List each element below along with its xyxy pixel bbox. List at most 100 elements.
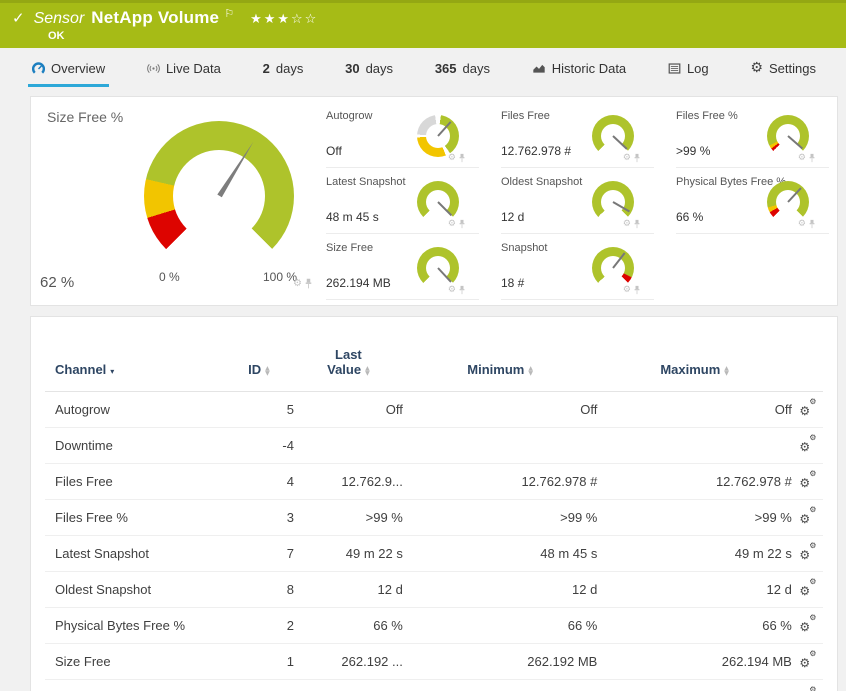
main-gauge-scale-max: 100 %	[263, 270, 298, 284]
cell-channel[interactable]: Size Free %	[45, 679, 224, 691]
table-row: Latest Snapshot 7 49 m 22 s 48 m 45 s 49…	[45, 535, 823, 572]
cell-channel[interactable]: Size Free	[45, 643, 224, 680]
gauges-panel: Size Free % 0 % 100 % 62 % ⚙ Autogrow ⚙ …	[30, 96, 838, 306]
gauge-settings-gear-icon[interactable]: ⚙	[448, 153, 456, 163]
status-check-icon: ✓	[12, 9, 25, 27]
gauge-pin-icon[interactable]	[634, 285, 640, 295]
gauge-settings-gear-icon[interactable]: ⚙	[448, 285, 456, 295]
cell-channel[interactable]: Files Free %	[45, 499, 224, 536]
cell-id: 8	[223, 571, 294, 608]
cell-channel[interactable]: Autogrow	[45, 391, 224, 428]
gauge-settings-gear-icon[interactable]: ⚙	[623, 153, 631, 163]
cell-channel[interactable]: Oldest Snapshot	[45, 571, 224, 608]
cell-id: 5	[223, 391, 294, 428]
gauge-physical-bytes-free-: Physical Bytes Free % ⚙ 66 %	[676, 168, 829, 234]
gauge-pin-icon[interactable]	[459, 219, 465, 229]
channel-table: Channel ▾ ID ▲ ▼ Last Value ▲ ▼ Minimum ▲ ▼ Max…	[45, 317, 823, 691]
tab-number: 2	[262, 60, 270, 76]
small-gauge-needle	[787, 135, 803, 150]
cell-channel[interactable]: Physical Bytes Free %	[45, 607, 224, 644]
cell-last-value: 62 %	[293, 679, 403, 691]
channel-settings-icon[interactable]: ⚙⚙	[799, 650, 816, 670]
small-gauge-needle	[612, 135, 628, 150]
flag-icon[interactable]: ⚐	[224, 7, 234, 20]
small-gauge-label: Files Free %	[676, 110, 738, 122]
priority-stars[interactable]: ★★★☆☆	[250, 12, 318, 27]
main-gauge-ring	[144, 121, 294, 271]
small-gauge-value: Off	[326, 144, 342, 158]
cell-channel[interactable]: Downtime	[45, 427, 224, 464]
gauge-settings-gear-icon[interactable]: ⚙	[623, 219, 631, 229]
gauge-pin-icon[interactable]	[809, 153, 815, 163]
tab-overview[interactable]: Overview	[28, 52, 110, 87]
gauge-snapshot: Snapshot ⚙ 18 #	[501, 234, 654, 300]
sort-icon: ▲ ▼	[265, 364, 270, 377]
tab-settings[interactable]: ⚙ Settings	[746, 52, 820, 87]
small-gauge-label: Physical Bytes Free %	[676, 176, 787, 188]
gear-icon: ⚙	[750, 60, 763, 76]
sort-icon: ▲ ▼	[724, 364, 729, 377]
channel-table-panel: Channel ▾ ID ▲ ▼ Last Value ▲ ▼ Minimum ▲ ▼ Max…	[30, 316, 838, 691]
table-row: Autogrow 5 Off Off Off ⚙ ⚙	[45, 391, 823, 428]
main-gauge-scale-min: 0 %	[159, 270, 180, 284]
sensor-title: NetApp Volume	[91, 8, 220, 27]
cell-channel[interactable]: Latest Snapshot	[45, 535, 224, 572]
channel-settings-icon[interactable]: ⚙⚙	[799, 470, 816, 490]
small-gauge-value: >99 %	[676, 144, 711, 158]
gauge-settings-gear-icon[interactable]: ⚙	[798, 219, 806, 229]
small-gauge-value: 12 d	[501, 210, 525, 224]
gauge-files-free-: Files Free % ⚙ >99 %	[676, 102, 829, 168]
tab-30-days[interactable]: 30 days	[341, 52, 397, 87]
cell-last-value: 262.192 ...	[293, 643, 403, 680]
gauge-settings-gear-icon[interactable]: ⚙	[448, 219, 456, 229]
cell-minimum: Off	[402, 391, 598, 428]
small-gauge-value: 12.762.978 #	[501, 144, 572, 158]
small-gauge-needle	[437, 267, 452, 283]
tab-label: days	[365, 60, 394, 76]
cell-maximum: Off	[597, 391, 792, 428]
small-gauge-label: Oldest Snapshot	[501, 176, 583, 188]
cell-channel[interactable]: Files Free	[45, 463, 224, 500]
table-row: Files Free 4 12.762.9... 12.762.978 # 12…	[45, 463, 823, 500]
small-gauge-value: 18 #	[501, 276, 525, 290]
gauge-pin-icon[interactable]	[809, 219, 815, 229]
column-header-last-value[interactable]: Last Value ▲ ▼	[293, 317, 403, 392]
small-gauge-needle	[612, 252, 626, 269]
channel-settings-icon[interactable]: ⚙⚙	[799, 506, 816, 526]
cell-id: 7	[223, 535, 294, 572]
column-header-id[interactable]: ID ▲ ▼	[223, 317, 294, 392]
channel-settings-icon[interactable]: ⚙⚙	[799, 542, 816, 562]
small-gauge-needle	[612, 201, 630, 213]
tab-label: days	[275, 60, 304, 76]
table-row: Files Free % 3 >99 % >99 % >99 % ⚙ ⚙	[45, 499, 823, 536]
gauge-icon	[32, 61, 45, 75]
tab-log[interactable]: Log	[664, 52, 713, 87]
gauge-pin-icon[interactable]	[459, 285, 465, 295]
column-header-minimum[interactable]: Minimum ▲ ▼	[402, 317, 598, 392]
channel-settings-icon[interactable]: ⚙⚙	[799, 398, 816, 418]
gauge-files-free: Files Free ⚙ 12.762.978 #	[501, 102, 654, 168]
gauge-pin-icon[interactable]	[634, 219, 640, 229]
gauge-settings-gear-icon[interactable]: ⚙	[293, 278, 302, 289]
cell-minimum: 66 %	[402, 607, 598, 644]
table-row: Size Free 1 262.192 ... 262.192 MB 262.1…	[45, 643, 823, 680]
tab-2-days[interactable]: 2 days	[259, 52, 308, 87]
cell-last-value: 66 %	[293, 607, 403, 644]
tab-live-data[interactable]: Live Data	[143, 52, 225, 87]
channel-settings-icon[interactable]: ⚙⚙	[799, 614, 816, 634]
gauge-settings-gear-icon[interactable]: ⚙	[798, 153, 806, 163]
gauge-pin-icon[interactable]	[305, 278, 312, 289]
cell-minimum	[402, 427, 598, 464]
tab-historic-data[interactable]: Historic Data	[528, 52, 630, 87]
chart-icon	[532, 62, 546, 75]
column-header-maximum[interactable]: Maximum ▲ ▼	[597, 317, 792, 392]
sensor-header: ✓ Sensor NetApp Volume ⚐ ★★★☆☆ OK	[0, 0, 846, 48]
small-gauge-label: Latest Snapshot	[326, 176, 406, 188]
tab-365-days[interactable]: 365 days	[431, 52, 494, 87]
gauge-pin-icon[interactable]	[634, 153, 640, 163]
column-header-channel[interactable]: Channel ▾	[45, 317, 224, 392]
channel-settings-icon[interactable]: ⚙⚙	[799, 578, 816, 598]
gauge-pin-icon[interactable]	[459, 153, 465, 163]
channel-settings-icon[interactable]: ⚙⚙	[799, 434, 816, 454]
gauge-settings-gear-icon[interactable]: ⚙	[623, 285, 631, 295]
